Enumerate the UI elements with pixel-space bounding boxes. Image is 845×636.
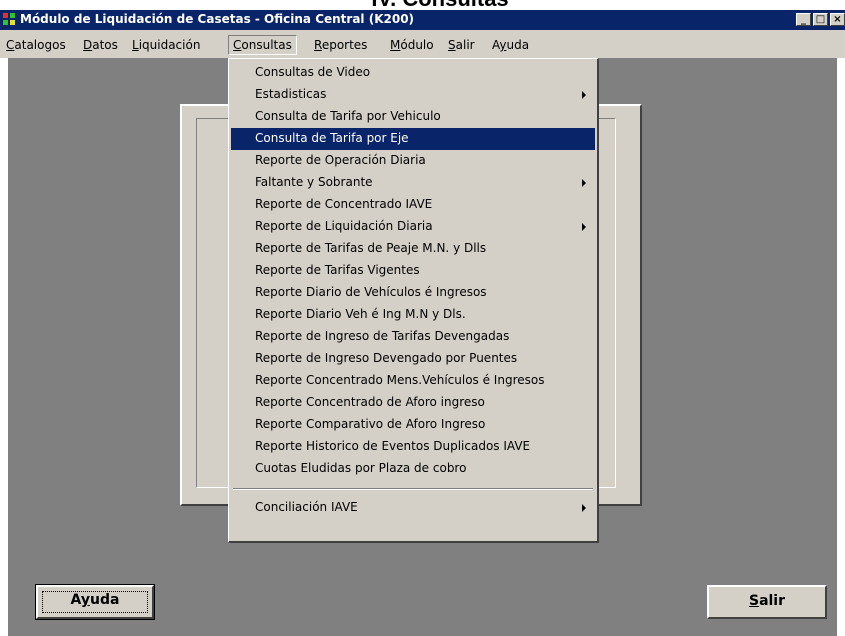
menu-item-faltante-sobrante[interactable]: Faltante y Sobrante (231, 172, 595, 194)
menu-modulo[interactable]: Módulo (386, 36, 438, 54)
menu-item-label: Faltante y Sobrante (255, 175, 373, 189)
menu-item-consultas-de-video[interactable]: Consultas de Video (231, 62, 595, 84)
menu-liquidacion[interactable]: Liquidación (128, 36, 204, 54)
menu-bar: Catalogos Datos Liquidación Consultas Re… (0, 30, 845, 59)
menu-item-tarifa-vehiculo[interactable]: Consulta de Tarifa por Vehiculo (231, 106, 595, 128)
submenu-arrow-icon (582, 223, 586, 231)
menu-item-diario-vehiculos[interactable]: Reporte Diario de Vehículos é Ingresos (231, 282, 595, 304)
menu-item-label: Reporte Concentrado Mens.Vehículos é Ing… (255, 373, 545, 387)
window-title: Módulo de Liquidación de Casetas - Ofici… (20, 12, 415, 26)
menu-item-label: Reporte Comparativo de Aforo Ingreso (255, 417, 486, 431)
menu-separator (233, 488, 593, 490)
menu-item-label: Reporte de Tarifas Vigentes (255, 263, 420, 277)
menu-label: Ayuda (492, 38, 530, 52)
menu-item-liquidacion-diaria[interactable]: Reporte de Liquidación Diaria (231, 216, 595, 238)
salir-button[interactable]: Salir (707, 585, 827, 619)
menu-item-concentrado-iave[interactable]: Reporte de Concentrado IAVE (231, 194, 595, 216)
menu-item-tarifa-eje[interactable]: Consulta de Tarifa por Eje (231, 128, 595, 150)
menu-item-label: Reporte de Ingreso Devengado por Puentes (255, 351, 518, 365)
menu-item-concentrado-aforo[interactable]: Reporte Concentrado de Aforo ingreso (231, 392, 595, 414)
menu-item-label: Cuotas Eludidas por Plaza de cobro (255, 461, 467, 475)
menu-item-label: Consultas de Video (255, 65, 371, 79)
menu-item-comparativo-aforo[interactable]: Reporte Comparativo de Aforo Ingreso (231, 414, 595, 436)
menu-label: Liquidación (132, 38, 201, 52)
menu-item-devengado-puentes[interactable]: Reporte de Ingreso Devengado por Puentes (231, 348, 595, 370)
menu-item-cuotas-eludidas[interactable]: Cuotas Eludidas por Plaza de cobro (231, 458, 595, 480)
close-icon[interactable]: × (830, 13, 845, 26)
menu-item-label: Reporte Historico de Eventos Duplicados … (255, 439, 531, 453)
menu-item-label: Conciliación IAVE (255, 500, 358, 514)
ayuda-button[interactable]: Ayuda (35, 584, 155, 620)
submenu-arrow-icon (582, 179, 586, 187)
menu-item-label: Reporte Diario Veh é Ing M.N y Dls. (255, 307, 466, 321)
menu-label: Reportes (314, 38, 368, 52)
menu-item-tarifas-vigentes[interactable]: Reporte de Tarifas Vigentes (231, 260, 595, 282)
menu-ayuda[interactable]: Ayuda (488, 36, 533, 54)
menu-catalogos[interactable]: Catalogos (2, 36, 70, 54)
submenu-arrow-icon (582, 91, 586, 99)
focus-rect (42, 591, 148, 613)
menu-consultas[interactable]: Consultas (228, 35, 297, 55)
menu-item-historico-eventos[interactable]: Reporte Historico de Eventos Duplicados … (231, 436, 595, 458)
menu-item-label: Reporte de Concentrado IAVE (255, 197, 433, 211)
menu-label: Datos (83, 38, 118, 52)
salir-button-label: Salir (748, 593, 786, 609)
menu-item-label: Reporte de Ingreso de Tarifas Devengadas (255, 329, 510, 343)
menu-label: Salir (448, 38, 475, 52)
consultas-dropdown-menu: Consultas de Video Estadisticas Consulta… (228, 58, 599, 543)
menu-label: Consultas (233, 38, 292, 52)
title-bar[interactable]: Módulo de Liquidación de Casetas - Ofici… (0, 10, 845, 30)
menu-item-label: Reporte Concentrado de Aforo ingreso (255, 395, 485, 409)
menu-reportes[interactable]: Reportes (310, 36, 371, 54)
menu-item-label: Consulta de Tarifa por Vehiculo (255, 109, 441, 123)
document-heading: IV. Consultas (300, 0, 580, 10)
menu-item-tarifas-devengadas[interactable]: Reporte de Ingreso de Tarifas Devengadas (231, 326, 595, 348)
menu-salir[interactable]: Salir (444, 36, 479, 54)
menu-item-concentrado-mens[interactable]: Reporte Concentrado Mens.Vehículos é Ing… (231, 370, 595, 392)
menu-item-label: Reporte Diario de Vehículos é Ingresos (255, 285, 487, 299)
menu-item-label: Consulta de Tarifa por Eje (255, 131, 409, 145)
menu-item-label: Reporte de Liquidación Diaria (255, 219, 433, 233)
menu-item-tarifas-peaje[interactable]: Reporte de Tarifas de Peaje M.N. y Dlls (231, 238, 595, 260)
menu-item-estadisticas[interactable]: Estadisticas (231, 84, 595, 106)
menu-item-label: Reporte de Tarifas de Peaje M.N. y Dlls (255, 241, 487, 255)
submenu-arrow-icon (582, 504, 586, 512)
menu-datos[interactable]: Datos (79, 36, 122, 54)
maximize-icon[interactable]: □ (813, 13, 828, 26)
menu-item-label: Estadisticas (255, 87, 327, 101)
menu-item-label: Reporte de Operación Diaria (255, 153, 426, 167)
menu-label: Catalogos (6, 38, 66, 52)
app-icon[interactable] (3, 13, 17, 27)
menu-label: Módulo (390, 38, 434, 52)
menu-item-conciliacion-iave[interactable]: Conciliación IAVE (231, 497, 595, 519)
menu-item-diario-veh-mn[interactable]: Reporte Diario Veh é Ing M.N y Dls. (231, 304, 595, 326)
menu-item-operacion-diaria[interactable]: Reporte de Operación Diaria (231, 150, 595, 172)
minimize-icon[interactable]: _ (796, 13, 811, 26)
